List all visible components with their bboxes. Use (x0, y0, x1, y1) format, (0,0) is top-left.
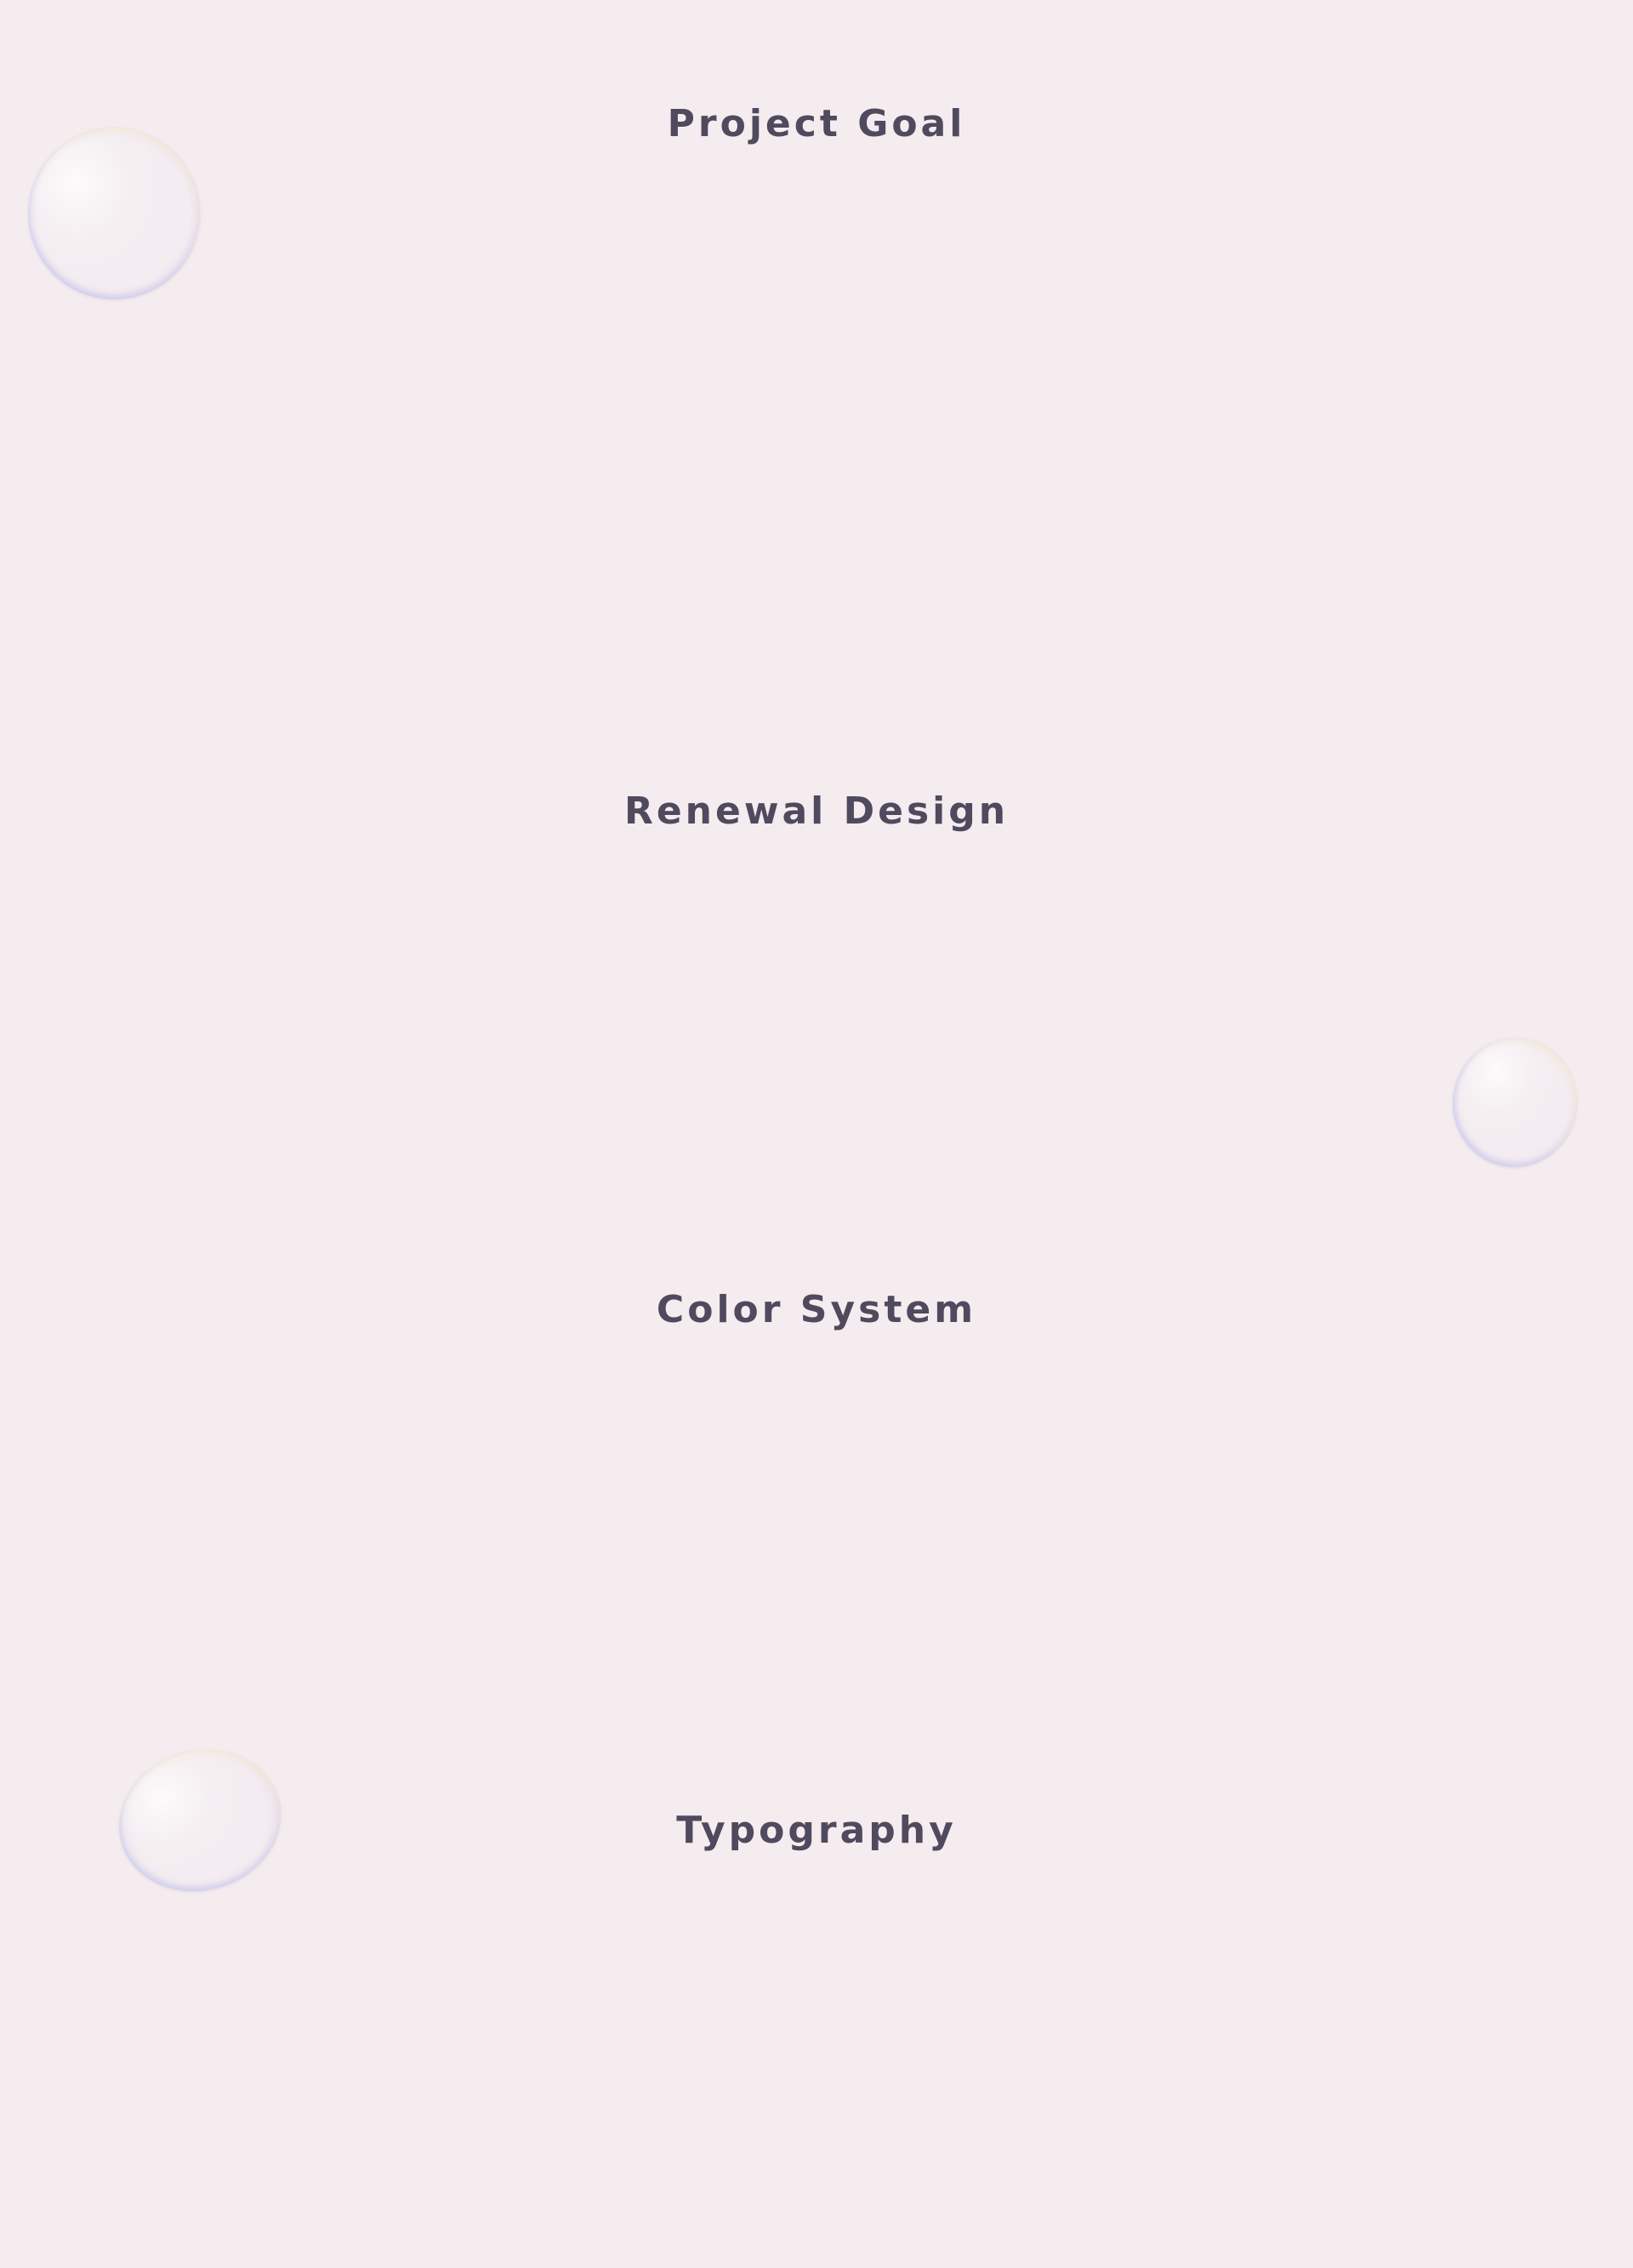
page-canvas: Project Goal Renewal Design Color System… (0, 0, 1633, 2268)
bubble-decoration-bottom-left (102, 1730, 298, 1911)
section-title-renewal-design: Renewal Design (623, 789, 1010, 833)
section-title-color-system: Color System (656, 1288, 977, 1331)
bubble-decoration-right (1444, 1029, 1585, 1176)
section-title-project-goal: Project Goal (667, 102, 966, 145)
